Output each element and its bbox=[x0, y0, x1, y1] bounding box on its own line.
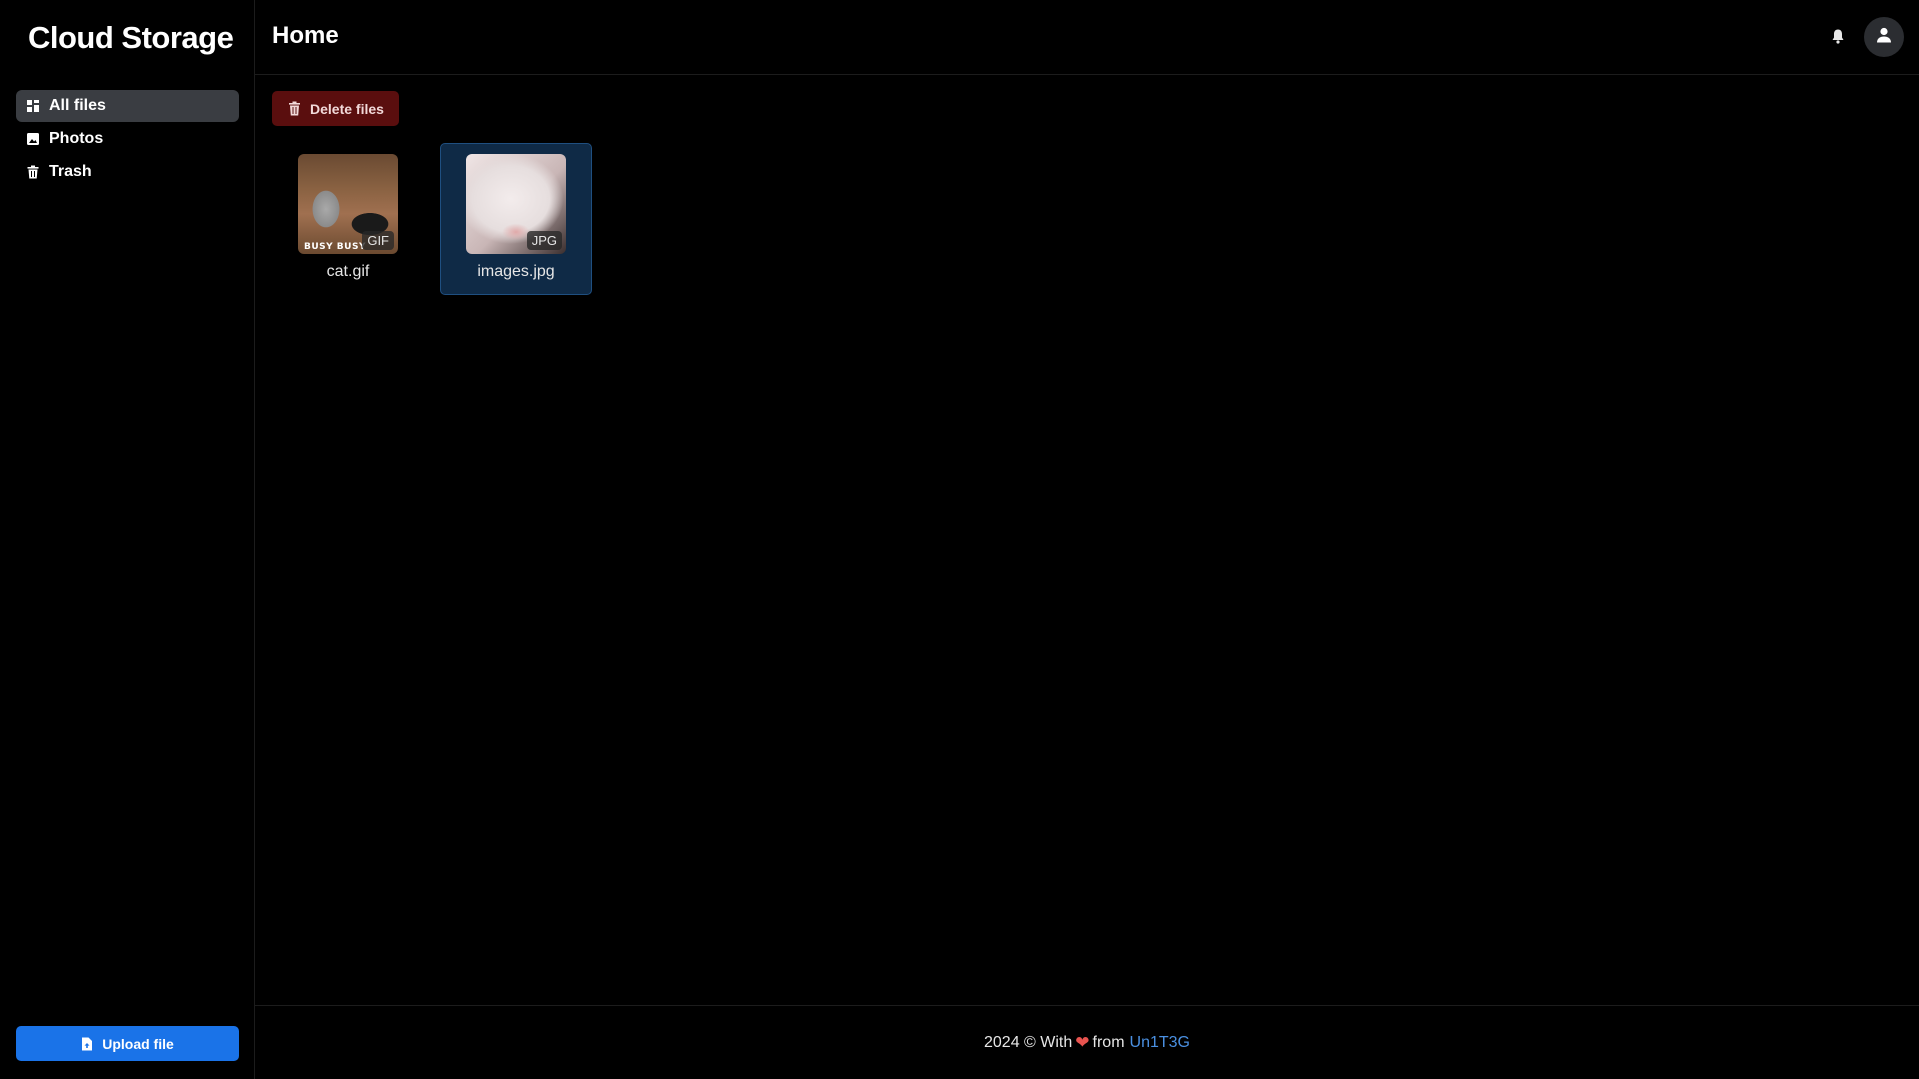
file-card-images-jpg[interactable]: JPG images.jpg bbox=[440, 143, 592, 295]
sidebar: Cloud Storage All files Photos Trash Upl… bbox=[0, 0, 255, 1079]
delete-files-button[interactable]: Delete files bbox=[272, 91, 399, 126]
sidebar-item-all-files[interactable]: All files bbox=[16, 90, 239, 122]
sidebar-item-photos[interactable]: Photos bbox=[16, 123, 239, 155]
sidebar-nav: All files Photos Trash bbox=[16, 90, 239, 189]
file-grid: BUSY BUSY GIF cat.gif JPG images.jpg bbox=[272, 143, 592, 295]
topbar: Home bbox=[255, 0, 1919, 75]
sidebar-item-label: All files bbox=[49, 97, 106, 114]
bell-icon[interactable] bbox=[1830, 28, 1846, 45]
footer: 2024 © With ❤ from Un1T3G bbox=[255, 1005, 1919, 1079]
file-type-badge: JPG bbox=[526, 231, 562, 250]
trash-icon bbox=[26, 165, 40, 179]
footer-prefix: 2024 © With bbox=[984, 1033, 1073, 1051]
sidebar-item-label: Trash bbox=[49, 163, 92, 180]
footer-middle: from bbox=[1092, 1033, 1125, 1051]
grid-icon bbox=[26, 99, 40, 113]
sidebar-item-trash[interactable]: Trash bbox=[16, 156, 239, 188]
app: Cloud Storage All files Photos Trash Upl… bbox=[0, 0, 1919, 1079]
file-upload-icon bbox=[81, 1037, 93, 1051]
file-type-badge: GIF bbox=[362, 231, 394, 250]
file-thumbnail: JPG bbox=[466, 154, 566, 254]
upload-file-label: Upload file bbox=[102, 1035, 174, 1052]
user-icon bbox=[1875, 26, 1893, 49]
avatar[interactable] bbox=[1864, 17, 1904, 57]
author-link[interactable]: Un1T3G bbox=[1130, 1034, 1190, 1052]
delete-files-label: Delete files bbox=[310, 100, 384, 117]
sidebar-item-label: Photos bbox=[49, 130, 104, 147]
heart-icon: ❤ bbox=[1075, 1032, 1090, 1052]
upload-file-button[interactable]: Upload file bbox=[16, 1026, 239, 1061]
file-card-cat-gif[interactable]: BUSY BUSY GIF cat.gif bbox=[272, 143, 424, 295]
page-title: Home bbox=[272, 22, 339, 49]
brand-title: Cloud Storage bbox=[28, 20, 234, 55]
file-thumbnail: BUSY BUSY GIF bbox=[298, 154, 398, 254]
thumbnail-caption: BUSY BUSY bbox=[304, 242, 366, 252]
image-icon bbox=[26, 132, 40, 146]
main-content: Home Delete files BUSY BUSY GIF cat.gif … bbox=[255, 0, 1919, 1079]
file-name: images.jpg bbox=[477, 263, 555, 280]
file-name: cat.gif bbox=[326, 263, 370, 280]
trash-icon bbox=[288, 101, 301, 116]
